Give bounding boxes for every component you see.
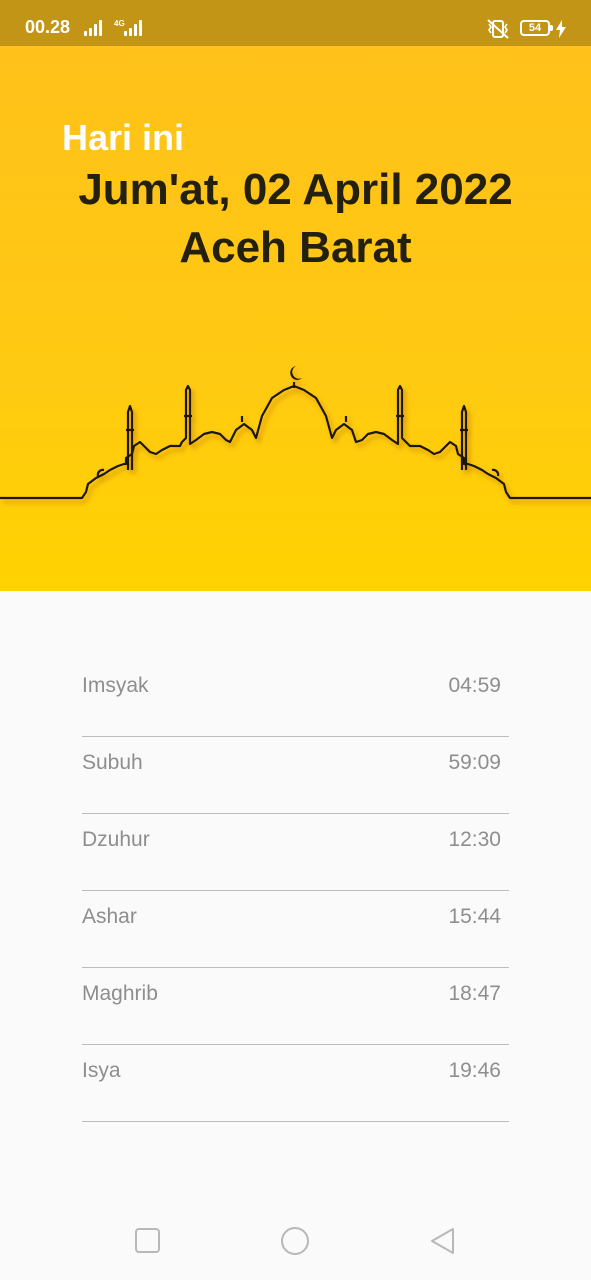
prayer-name: Maghrib (82, 982, 158, 1005)
vibrate-mode-icon (487, 19, 509, 39)
prayer-row-imsyak: Imsyak 04:59 (82, 660, 509, 737)
prayer-name: Dzuhur (82, 828, 150, 851)
mosque-silhouette-icon (0, 366, 591, 500)
prayer-row-isya: Isya 19:46 (82, 1045, 509, 1122)
prayer-time: 15:44 (448, 905, 501, 928)
prayer-time: 18:47 (448, 982, 501, 1005)
signal-icon-secondary (124, 18, 144, 36)
region-title: Aceh Barat (179, 223, 412, 272)
prayer-row-maghrib: Maghrib 18:47 (82, 968, 509, 1045)
prayer-row-dzuhur: Dzuhur 12:30 (82, 814, 509, 891)
prayer-name: Subuh (82, 751, 143, 774)
charging-icon (556, 20, 566, 38)
prayer-name: Isya (82, 1059, 121, 1082)
prayer-time: 59:09 (448, 751, 501, 774)
prayer-row-ashar: Ashar 15:44 (82, 891, 509, 968)
signal-icon (84, 18, 104, 36)
date-title: Jum'at, 02 April 2022 (78, 165, 513, 214)
battery-icon: 54 (520, 20, 553, 36)
today-label: Hari ini (62, 117, 185, 158)
status-bar: 00.28 4G 54 (0, 0, 591, 46)
prayer-time: 19:46 (448, 1059, 501, 1082)
prayer-row-subuh: Subuh 59:09 (82, 737, 509, 814)
prayer-times-list: Imsyak 04:59 Subuh 59:09 Dzuhur 12:30 As… (82, 660, 509, 1122)
back-icon[interactable] (428, 1226, 458, 1256)
status-time: 00.28 (25, 17, 71, 37)
battery-level: 54 (528, 22, 542, 34)
home-icon[interactable] (280, 1226, 310, 1256)
prayer-name: Imsyak (82, 674, 149, 697)
header-banner: Hari ini Jum'at, 02 April 2022 Aceh Bara… (0, 46, 591, 591)
recent-apps-icon[interactable] (133, 1226, 163, 1256)
prayer-time: 12:30 (448, 828, 501, 851)
prayer-name: Ashar (82, 905, 137, 928)
prayer-time: 04:59 (448, 674, 501, 697)
navigation-bar (0, 1200, 591, 1280)
